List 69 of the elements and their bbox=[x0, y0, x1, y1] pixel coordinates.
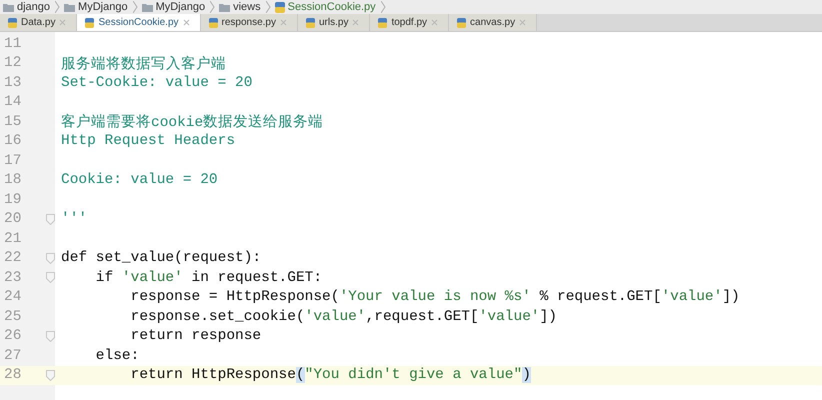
close-icon[interactable] bbox=[431, 19, 438, 26]
line-number: 16 bbox=[3, 133, 22, 150]
folder-icon bbox=[142, 2, 153, 12]
python-file-icon bbox=[208, 18, 218, 28]
python-file-icon bbox=[378, 18, 388, 28]
editor-tab[interactable]: urls.py bbox=[298, 14, 370, 31]
line-number: 28 bbox=[3, 367, 22, 384]
code-line: response = HttpResponse('Your value is now %s' % request.GET['value']) bbox=[130, 289, 740, 306]
fold-marker-icon[interactable] bbox=[46, 272, 55, 284]
line-number: 14 bbox=[3, 94, 22, 110]
line-number: 13 bbox=[3, 74, 22, 91]
folder-icon bbox=[219, 2, 230, 12]
code-line: return response bbox=[130, 328, 262, 344]
breadcrumb-item[interactable]: views bbox=[233, 1, 261, 13]
python-file-icon bbox=[274, 2, 285, 12]
code-line: response.set_cookie('value',request.GET['value']) bbox=[130, 308, 558, 325]
breadcrumb-item[interactable]: MyDjango bbox=[78, 1, 128, 13]
chevron-icon bbox=[266, 1, 271, 13]
fold-marker-icon[interactable] bbox=[46, 214, 55, 225]
breadcrumb-item[interactable]: SessionCookie.py bbox=[288, 1, 376, 13]
line-number: 22 bbox=[3, 250, 22, 266]
editor-tab[interactable]: Data.py bbox=[0, 14, 78, 31]
python-file-icon bbox=[457, 18, 466, 28]
line-number: 24 bbox=[3, 289, 22, 306]
line-number: 21 bbox=[3, 230, 22, 247]
line-number: 25 bbox=[3, 308, 22, 325]
line-number: 18 bbox=[3, 172, 22, 188]
folder-icon bbox=[3, 2, 14, 12]
line-number: 27 bbox=[3, 348, 22, 364]
close-icon[interactable] bbox=[519, 19, 526, 26]
chevron-icon bbox=[380, 1, 386, 13]
code-line: Set-Cookie: value = 20 bbox=[60, 74, 252, 91]
line-number: 20 bbox=[3, 211, 22, 228]
chevron-icon bbox=[55, 1, 60, 13]
fold-marker-icon[interactable] bbox=[46, 370, 55, 381]
chevron-icon bbox=[210, 1, 216, 13]
line-number: 11 bbox=[3, 36, 22, 52]
code-line: return HttpResponse("You didn't give a value") bbox=[130, 367, 531, 384]
folder-icon bbox=[64, 2, 76, 12]
fold-marker-icon[interactable] bbox=[46, 252, 55, 264]
editor-tab[interactable]: topdf.py bbox=[370, 14, 450, 31]
editor-tab[interactable]: canvas.py bbox=[449, 14, 538, 31]
line-number: 12 bbox=[3, 55, 22, 72]
line-number: 15 bbox=[3, 114, 22, 130]
chevron-icon bbox=[132, 1, 138, 13]
breadcrumb-item[interactable]: django bbox=[17, 1, 50, 13]
line-number: 17 bbox=[3, 152, 22, 169]
close-icon[interactable] bbox=[352, 19, 360, 26]
code-line: 客户端需要将cookie数据发送给服务端 bbox=[60, 112, 324, 132]
editor-tab[interactable]: response.py bbox=[200, 14, 298, 31]
code-line: ''' bbox=[60, 211, 88, 228]
line-number: 19 bbox=[3, 192, 22, 208]
close-icon[interactable] bbox=[280, 19, 287, 26]
fold-marker-icon[interactable] bbox=[46, 330, 55, 342]
close-icon[interactable] bbox=[182, 19, 190, 26]
editor-tab[interactable]: SessionCookie.py bbox=[77, 14, 201, 31]
code-line: 服务端将数据写入客户端 bbox=[60, 54, 226, 73]
python-file-icon bbox=[85, 18, 94, 28]
code-line: Cookie: value = 20 bbox=[60, 172, 218, 188]
code-line: else: bbox=[94, 348, 140, 364]
breadcrumb-item[interactable]: MyDjango bbox=[156, 1, 206, 13]
close-icon[interactable] bbox=[59, 19, 66, 26]
python-file-icon bbox=[8, 18, 17, 28]
python-file-icon bbox=[306, 18, 315, 28]
code-line: if 'value' in request.GET: bbox=[94, 270, 322, 286]
code-line: def set_value(request): bbox=[60, 250, 262, 266]
code-line: Http Request Headers bbox=[60, 133, 236, 150]
line-number: 23 bbox=[3, 270, 22, 286]
line-number: 26 bbox=[3, 328, 22, 344]
